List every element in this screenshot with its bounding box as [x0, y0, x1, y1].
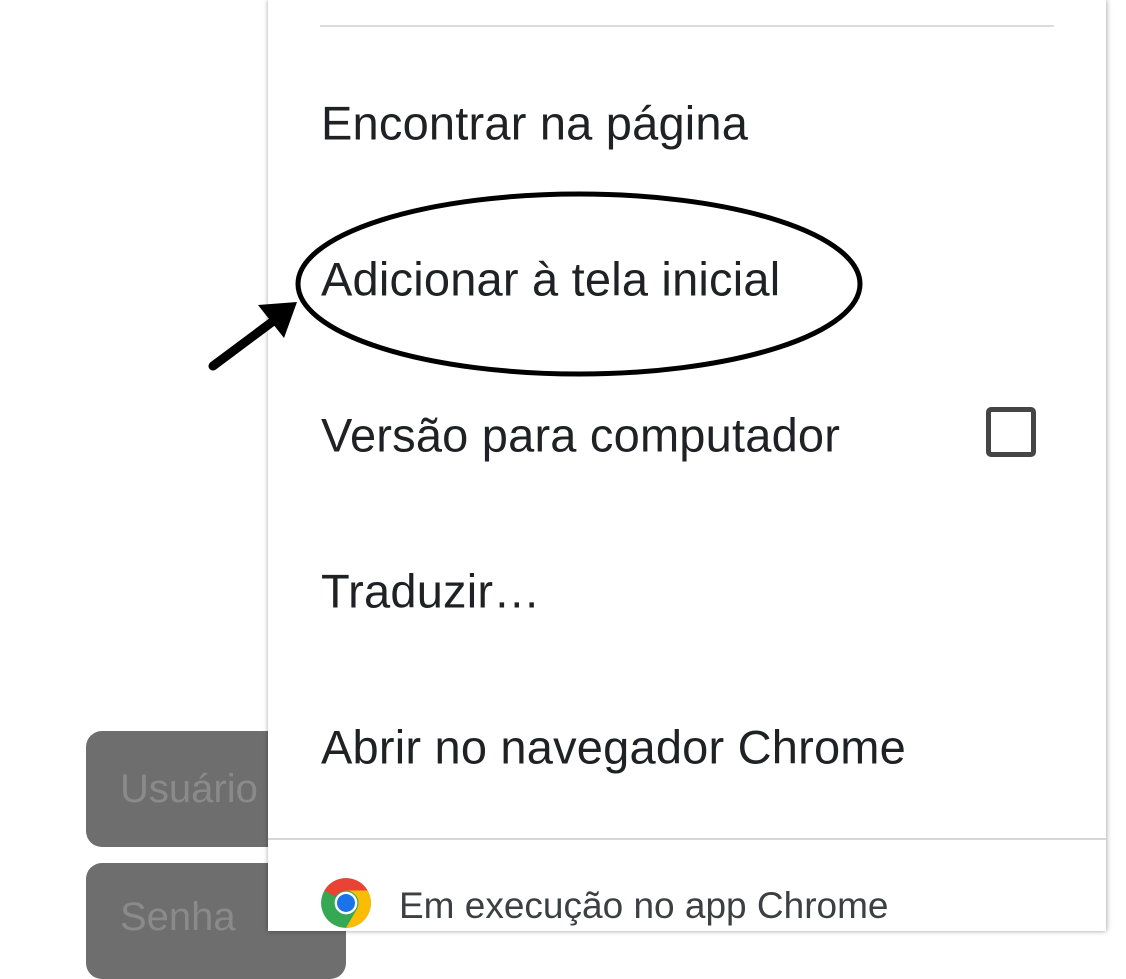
menu-item-add-to-home-screen[interactable]: Adicionar à tela inicial — [268, 216, 1106, 346]
username-placeholder: Usuário — [120, 767, 258, 811]
menu-divider-top — [320, 25, 1054, 27]
menu-item-desktop-site[interactable]: Versão para computador — [268, 372, 1106, 502]
menu-item-label: Adicionar à tela inicial — [321, 252, 781, 306]
chrome-logo-icon — [321, 878, 371, 928]
menu-item-label: Abrir no navegador Chrome — [321, 720, 906, 774]
overflow-menu: Encontrar na página Adicionar à tela ini… — [268, 0, 1106, 931]
footer-text: Em execução no app Chrome — [399, 885, 889, 926]
menu-item-label: Encontrar na página — [321, 96, 749, 150]
desktop-site-checkbox[interactable] — [986, 407, 1036, 457]
menu-item-label: Traduzir… — [321, 564, 541, 618]
menu-divider-bottom — [268, 838, 1106, 840]
menu-item-translate[interactable]: Traduzir… — [268, 528, 1106, 658]
menu-item-label: Versão para computador — [321, 408, 841, 462]
menu-item-open-in-chrome[interactable]: Abrir no navegador Chrome — [268, 684, 1106, 814]
menu-footer: Em execução no app Chrome — [268, 842, 1106, 931]
menu-item-find-in-page[interactable]: Encontrar na página — [268, 60, 1106, 190]
password-placeholder: Senha — [120, 895, 236, 939]
